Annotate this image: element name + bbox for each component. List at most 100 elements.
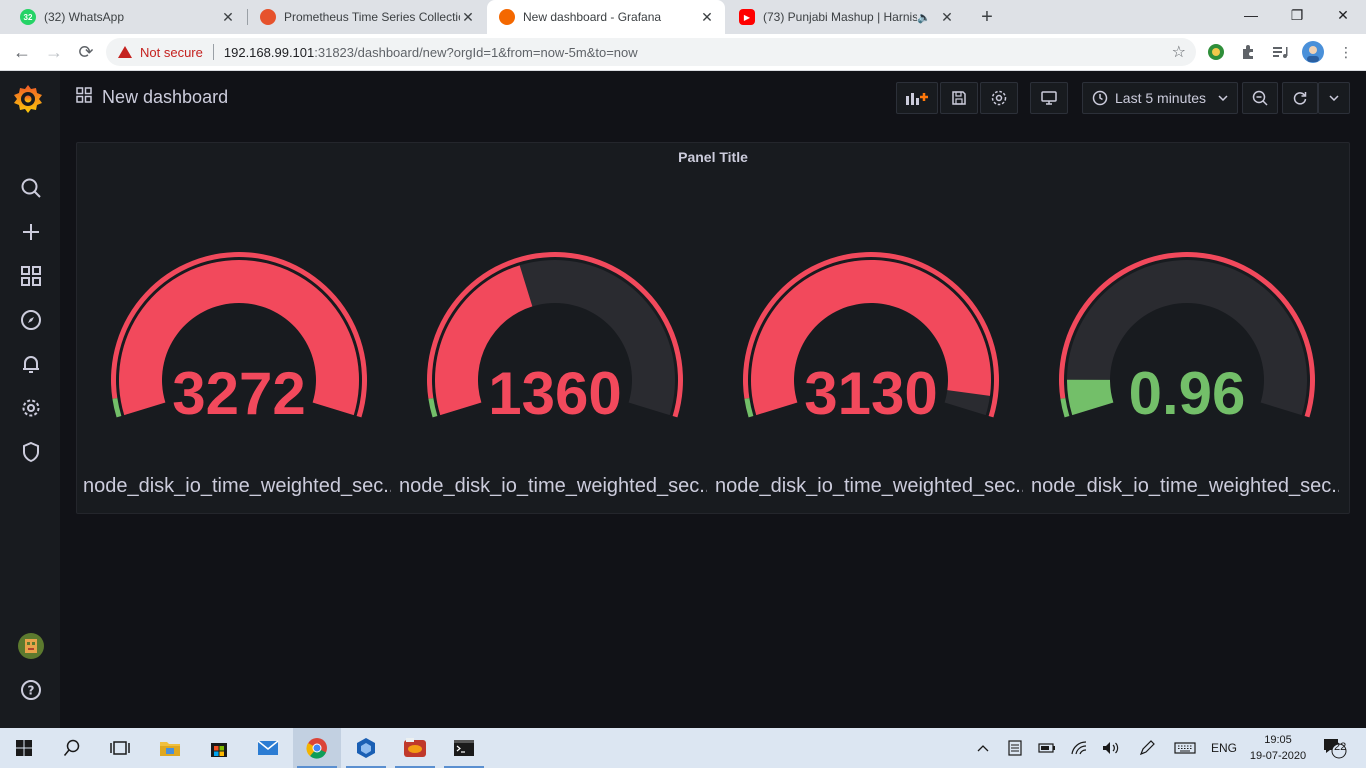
dashboard-settings-button[interactable] [980, 82, 1018, 114]
action-center-button[interactable]: 22 [1318, 728, 1352, 768]
pen-ink-icon[interactable] [1136, 728, 1158, 768]
gauge-threshold-green [428, 398, 438, 418]
windows-taskbar: ENG 19:05 19-07-2020 22 [0, 728, 1366, 768]
virtualbox-icon[interactable] [342, 728, 390, 768]
browser-tab-strip: 32 (32) WhatsApp ✕ Prometheus Time Serie… [0, 0, 1366, 34]
page-title: New dashboard [102, 87, 229, 107]
forward-button[interactable]: → [42, 40, 66, 64]
terminal-icon[interactable] [440, 728, 488, 768]
security-label: Not secure [140, 44, 203, 60]
dashboard-grid-icon [76, 87, 92, 108]
tray-app-icon[interactable] [1004, 728, 1026, 768]
new-tab-button[interactable]: + [976, 6, 998, 28]
profile-avatar[interactable] [1302, 41, 1324, 63]
gear-icon [991, 90, 1007, 106]
save-dashboard-button[interactable] [940, 82, 978, 114]
add-panel-icon [906, 93, 928, 105]
touch-keyboard-icon[interactable] [1172, 728, 1198, 768]
start-windows-icon[interactable] [0, 728, 48, 768]
gauge-panel[interactable]: Panel Title 3272 1360 3130 0.96 node_disk_i… [76, 142, 1350, 514]
input-language[interactable]: ENG [1206, 728, 1242, 768]
dashboards-icon[interactable] [18, 263, 44, 289]
media-control-icon[interactable] [1270, 42, 1290, 62]
configuration-gear-icon[interactable] [18, 395, 44, 421]
grafana-icon [499, 9, 515, 25]
file-explorer-icon[interactable] [146, 728, 194, 768]
extensions-puzzle-icon[interactable] [1238, 42, 1258, 62]
search-icon[interactable] [18, 175, 44, 201]
security-indicator[interactable]: Not secure [118, 45, 203, 60]
speaker-icon: 🔈 [917, 11, 931, 24]
refresh-button[interactable] [1282, 82, 1318, 114]
plus-icon[interactable] [18, 219, 44, 245]
close-icon[interactable]: ✕ [220, 9, 236, 25]
grafana-sidemenu: ? [0, 71, 60, 728]
notification-count: 22 [1334, 741, 1347, 753]
gauge-value: 0.96 [1129, 360, 1246, 427]
mail-icon[interactable] [244, 728, 292, 768]
close-icon[interactable]: ✕ [699, 9, 715, 25]
refresh-interval-dropdown[interactable] [1318, 82, 1350, 114]
youtube-icon: ▶ [739, 9, 755, 25]
url-path: :31823/dashboard/new?orgId=1&from=now-5m… [314, 44, 638, 60]
tab-grafana[interactable]: New dashboard - Grafana ✕ [487, 0, 725, 34]
gauge-series-name: node_disk_io_time_weighted_sec... [83, 475, 391, 497]
explore-compass-icon[interactable] [18, 307, 44, 333]
microsoft-store-icon[interactable] [195, 728, 243, 768]
tab-prometheus[interactable]: Prometheus Time Series Collectio ✕ [248, 0, 486, 34]
tab-youtube[interactable]: ▶ (73) Punjabi Mashup | Harnis 🔈 ✕ [727, 0, 965, 34]
omnibox[interactable]: Not secure 192.168.99.101 :31823/dashboa… [106, 38, 1196, 66]
tab-whatsapp[interactable]: 32 (32) WhatsApp ✕ [8, 0, 246, 34]
gauge-graphics: 3272 1360 3130 0.96 [111, 251, 1315, 427]
clock-icon [1092, 90, 1108, 106]
gauge-series-name: node_disk_io_time_weighted_sec... [715, 475, 1023, 497]
tab-label: New dashboard - Grafana [523, 10, 662, 24]
grafana-logo-icon[interactable] [12, 83, 44, 115]
help-icon[interactable]: ? [18, 677, 44, 703]
volume-icon[interactable] [1100, 728, 1122, 768]
url-host: 192.168.99.101 [223, 44, 315, 60]
gauge-value: 1360 [488, 360, 621, 427]
bookmark-star-icon[interactable]: ☆ [1172, 42, 1186, 62]
task-view-icon[interactable] [96, 728, 144, 768]
gauge-series-name: node_disk_io_time_weighted_sec... [1031, 475, 1339, 497]
tv-mode-button[interactable] [1030, 82, 1068, 114]
restore-button[interactable]: ❐ [1274, 0, 1320, 30]
extension-globe-icon[interactable] [1206, 42, 1226, 62]
svg-text:?: ? [28, 684, 35, 698]
back-button[interactable]: ← [10, 40, 34, 64]
search-icon[interactable] [48, 728, 96, 768]
zoom-out-button[interactable] [1242, 82, 1278, 114]
tab-label: Prometheus Time Series Collectio [284, 10, 460, 24]
chrome-taskbar-icon[interactable] [293, 728, 341, 768]
dashboard-title-link[interactable]: New dashboard [76, 87, 228, 108]
chrome-menu-icon[interactable]: ⋮ [1336, 42, 1356, 62]
reload-button[interactable]: ⟳ [74, 40, 98, 64]
gauge-threshold-green [1060, 398, 1070, 418]
refresh-icon [1293, 92, 1307, 105]
close-icon[interactable]: ✕ [460, 9, 476, 25]
server-admin-shield-icon[interactable] [18, 439, 44, 465]
clock-time: 19:05 [1264, 734, 1292, 746]
media-app-icon[interactable] [391, 728, 439, 768]
minimize-button[interactable]: — [1228, 0, 1274, 30]
save-icon [952, 91, 966, 105]
tray-overflow-chevron-icon[interactable] [972, 728, 994, 768]
battery-icon[interactable] [1036, 728, 1058, 768]
close-window-button[interactable]: ✕ [1320, 0, 1366, 30]
clock-date: 19-07-2020 [1249, 750, 1307, 762]
zoom-out-icon [1252, 90, 1268, 106]
omnibox-divider [212, 44, 214, 60]
prometheus-icon [260, 9, 276, 25]
close-icon[interactable]: ✕ [939, 9, 955, 25]
alerting-bell-icon[interactable] [18, 351, 44, 377]
gauge-value: 3130 [804, 360, 937, 427]
tab-label: (73) Punjabi Mashup | Harnis [763, 10, 918, 24]
time-range-picker[interactable]: Last 5 minutes [1082, 82, 1238, 114]
user-avatar[interactable] [18, 633, 44, 659]
taskbar-clock[interactable]: 19:05 19-07-2020 [1248, 732, 1308, 764]
add-panel-button[interactable] [896, 82, 938, 114]
wifi-icon[interactable] [1068, 728, 1090, 768]
whatsapp-icon: 32 [20, 9, 36, 25]
time-range-label: Last 5 minutes [1115, 90, 1207, 106]
